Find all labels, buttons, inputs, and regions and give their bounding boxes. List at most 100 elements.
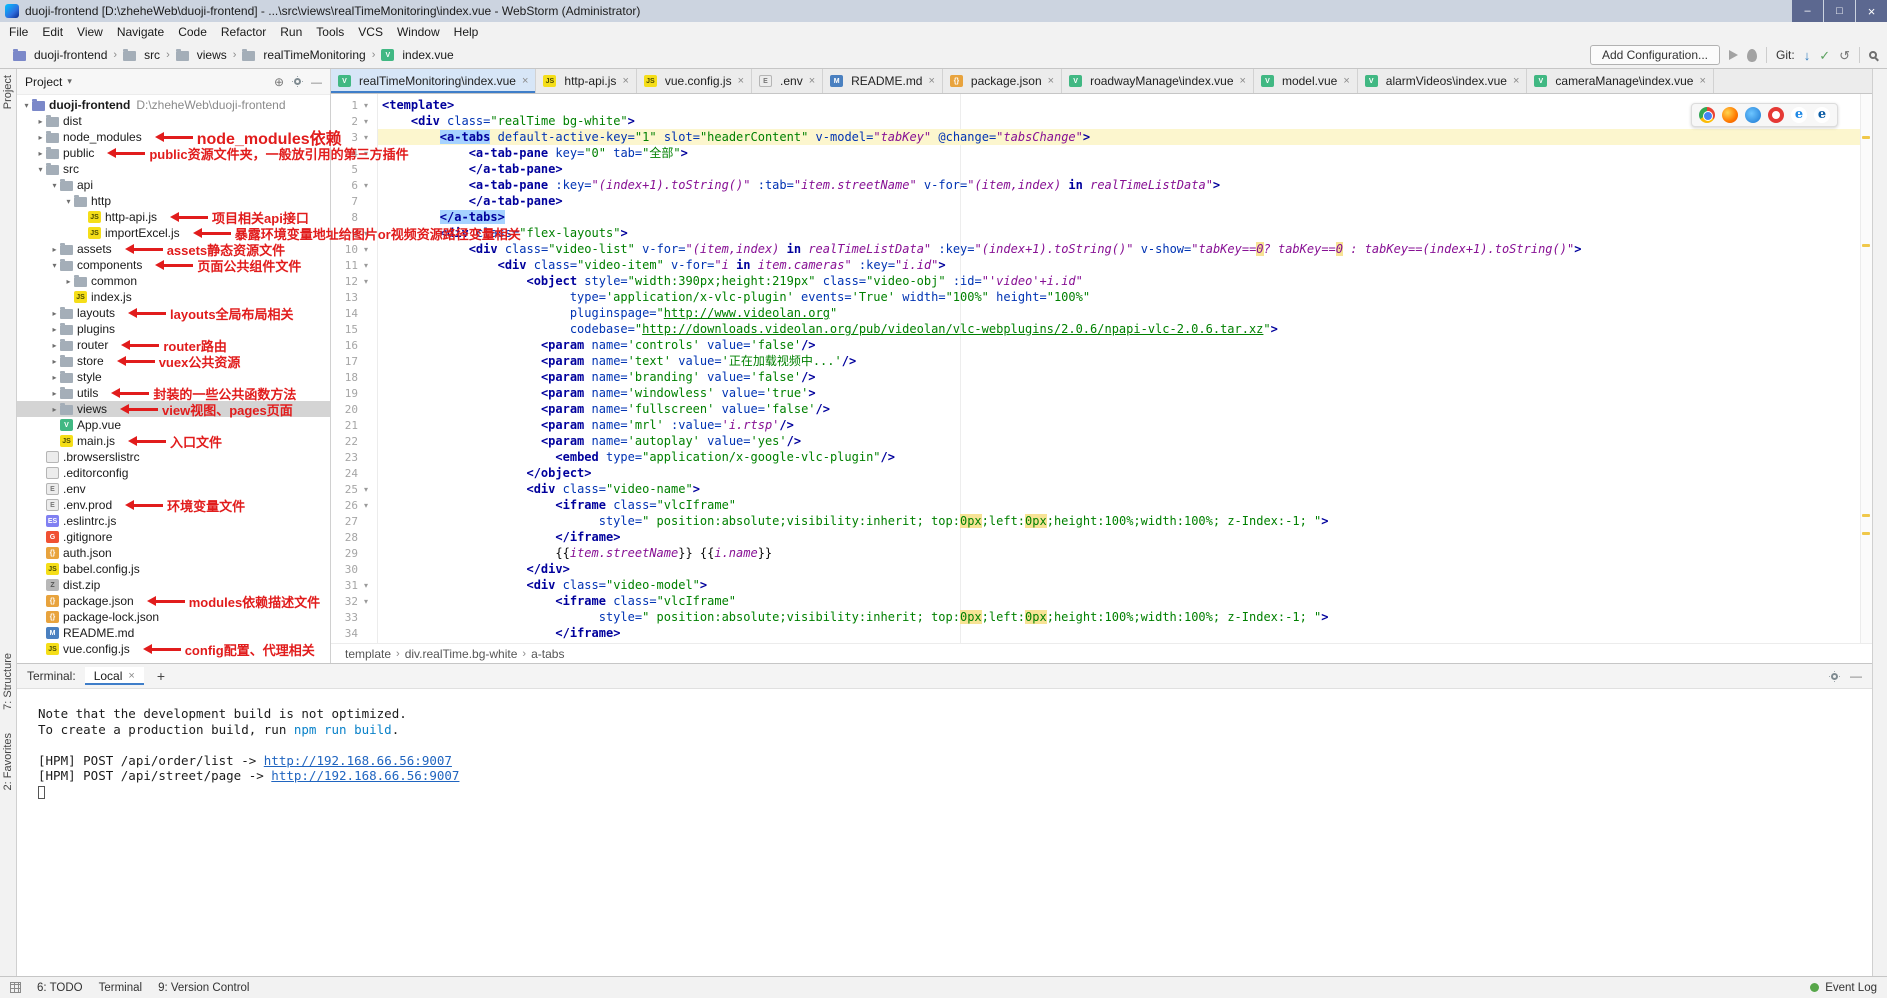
editor-tab-roadwaymanage-index-vue[interactable]: VroadwayManage\index.vue×: [1062, 69, 1254, 93]
opera-icon[interactable]: [1768, 107, 1784, 123]
editor-code-wrap[interactable]: <template><div class="realTime bg-white"…: [378, 94, 1872, 643]
tree-item-env-prod[interactable]: E.env.prod环境变量文件: [17, 497, 330, 513]
minimize-button[interactable]: [1792, 0, 1823, 22]
terminal-tab-local[interactable]: Local ×: [85, 667, 144, 685]
tool-stripe-structure[interactable]: 7: Structure: [2, 653, 14, 710]
code-line-20[interactable]: <param name='fullscreen' value='false'/>: [378, 401, 1872, 417]
code-line-17[interactable]: <param name='text' value='正在加载视频中...'/>: [378, 353, 1872, 369]
editor-breadcrumb-item-div-realtime-bg-white[interactable]: div.realTime.bg-white: [403, 647, 520, 661]
fold-icon[interactable]: ▾: [358, 277, 374, 286]
code-line-10[interactable]: <div class="video-list" v-for="(item,ind…: [378, 241, 1872, 257]
tree-item-api[interactable]: ▾api: [17, 177, 330, 193]
chevron-right-icon[interactable]: ▸: [49, 341, 60, 350]
chevron-right-icon[interactable]: ▸: [35, 133, 46, 142]
tree-item-package-json[interactable]: {}package.jsonmodules依赖描述文件: [17, 593, 330, 609]
chevron-right-icon[interactable]: ▸: [49, 357, 60, 366]
fold-icon[interactable]: ▾: [358, 181, 374, 190]
code-line-25[interactable]: <div class="video-name">: [378, 481, 1872, 497]
tab-close-icon[interactable]: ×: [622, 75, 628, 87]
menu-run[interactable]: Run: [273, 25, 309, 39]
tab-close-icon[interactable]: ×: [128, 670, 134, 682]
error-stripe[interactable]: [1860, 94, 1872, 643]
fold-icon[interactable]: ▾: [358, 485, 374, 494]
terminal-link[interactable]: http://192.168.66.56:9007: [271, 768, 459, 783]
close-button[interactable]: [1856, 0, 1887, 22]
code-line-14[interactable]: pluginspage="http://www.videolan.org": [378, 305, 1872, 321]
chevron-right-icon[interactable]: ▸: [49, 373, 60, 382]
code-line-12[interactable]: <object style="width:390px;height:219px"…: [378, 273, 1872, 289]
chevron-right-icon[interactable]: ▸: [49, 309, 60, 318]
git-commit-icon[interactable]: [1819, 49, 1830, 62]
tab-close-icon[interactable]: ×: [738, 75, 744, 87]
code-line-19[interactable]: <param name='windowless' value='true'>: [378, 385, 1872, 401]
editor-code[interactable]: <template><div class="realTime bg-white"…: [378, 97, 1872, 641]
breadcrumb-item-realtimemonitoring[interactable]: realTimeMonitoring: [239, 47, 368, 63]
code-line-5[interactable]: </a-tab-pane>: [378, 161, 1872, 177]
fold-icon[interactable]: ▾: [358, 117, 374, 126]
fold-icon[interactable]: ▾: [358, 581, 374, 590]
chevron-down-icon[interactable]: ▾: [63, 197, 74, 206]
project-panel-title[interactable]: Project: [25, 75, 62, 89]
tree-item-package-lock-json[interactable]: {}package-lock.json: [17, 609, 330, 625]
firefox-icon[interactable]: [1722, 107, 1738, 123]
menu-refactor[interactable]: Refactor: [214, 25, 273, 39]
editor-tab-readme-md[interactable]: MREADME.md×: [823, 69, 943, 93]
menu-edit[interactable]: Edit: [35, 25, 70, 39]
hide-panel-icon[interactable]: [1850, 669, 1862, 683]
ie-icon[interactable]: e: [1791, 107, 1807, 123]
gear-icon[interactable]: [1831, 673, 1838, 680]
fold-icon[interactable]: ▾: [358, 261, 374, 270]
breadcrumb-item-src[interactable]: src: [120, 47, 163, 63]
chevron-right-icon[interactable]: ▸: [49, 389, 60, 398]
editor-tab-model-vue[interactable]: Vmodel.vue×: [1254, 69, 1358, 93]
maximize-button[interactable]: [1824, 0, 1855, 22]
editor-tab-env[interactable]: E.env×: [752, 69, 823, 93]
menu-view[interactable]: View: [70, 25, 110, 39]
editor-tab-package-json[interactable]: {}package.json×: [943, 69, 1062, 93]
code-line-22[interactable]: <param name='autoplay' value='yes'/>: [378, 433, 1872, 449]
breadcrumb-item-duoji-frontend[interactable]: duoji-frontend: [10, 47, 110, 63]
tab-close-icon[interactable]: ×: [1048, 75, 1054, 87]
chevron-right-icon[interactable]: ▸: [49, 405, 60, 414]
editor[interactable]: 1▾2▾3▾4▾56▾789▾10▾11▾12▾1314151617181920…: [331, 94, 1872, 643]
terminal-link[interactable]: http://192.168.66.56:9007: [264, 753, 452, 768]
fold-icon[interactable]: ▾: [358, 101, 374, 110]
code-line-26[interactable]: <iframe class="vlcIframe": [378, 497, 1872, 513]
chevron-right-icon[interactable]: ▸: [63, 277, 74, 286]
tree-item-editorconfig[interactable]: .editorconfig: [17, 465, 330, 481]
code-line-8[interactable]: </a-tabs>: [378, 209, 1872, 225]
code-line-30[interactable]: </div>: [378, 561, 1872, 577]
tree-item-store[interactable]: ▸storevuex公共资源: [17, 353, 330, 369]
chrome-icon[interactable]: [1699, 107, 1715, 123]
gear-icon[interactable]: [294, 78, 301, 85]
menu-vcs[interactable]: VCS: [351, 25, 390, 39]
status-9-version-control[interactable]: 9: Version Control: [158, 982, 249, 994]
code-line-9[interactable]: <div class="flex-layouts">: [378, 225, 1872, 241]
code-line-33[interactable]: style=" position:absolute;visibility:inh…: [378, 609, 1872, 625]
run-icon[interactable]: [1729, 50, 1738, 60]
editor-tab-http-api-js[interactable]: JShttp-api.js×: [536, 69, 636, 93]
code-line-32[interactable]: <iframe class="vlcIframe": [378, 593, 1872, 609]
code-line-3[interactable]: <a-tabs default-active-key="1" slot="hea…: [378, 129, 1872, 145]
tree-item-views[interactable]: ▸viewsview视图、pages页面: [17, 401, 330, 417]
debug-icon[interactable]: [1747, 49, 1757, 62]
code-line-16[interactable]: <param name='controls' value='false'/>: [378, 337, 1872, 353]
chevron-down-icon[interactable]: ▾: [67, 76, 72, 87]
status-terminal[interactable]: Terminal: [99, 982, 142, 994]
code-line-23[interactable]: <embed type="application/x-google-vlc-pl…: [378, 449, 1872, 465]
hide-panel-icon[interactable]: [311, 75, 322, 89]
menu-file[interactable]: File: [2, 25, 35, 39]
new-terminal-button[interactable]: +: [153, 668, 169, 684]
code-line-6[interactable]: <a-tab-pane :key="(index+1).toString()" …: [378, 177, 1872, 193]
tab-close-icon[interactable]: ×: [809, 75, 815, 87]
editor-tab-vue-config-js[interactable]: JSvue.config.js×: [637, 69, 752, 93]
code-line-13[interactable]: type='application/x-vlc-plugin' events='…: [378, 289, 1872, 305]
code-line-15[interactable]: codebase="http://downloads.videolan.org/…: [378, 321, 1872, 337]
tree-item-src[interactable]: ▾src: [17, 161, 330, 177]
fold-icon[interactable]: ▾: [358, 597, 374, 606]
code-line-24[interactable]: </object>: [378, 465, 1872, 481]
tool-windows-icon[interactable]: [10, 982, 21, 993]
chevron-right-icon[interactable]: ▸: [49, 325, 60, 334]
code-line-4[interactable]: <a-tab-pane key="0" tab="全部">: [378, 145, 1872, 161]
chevron-down-icon[interactable]: ▾: [49, 261, 60, 270]
